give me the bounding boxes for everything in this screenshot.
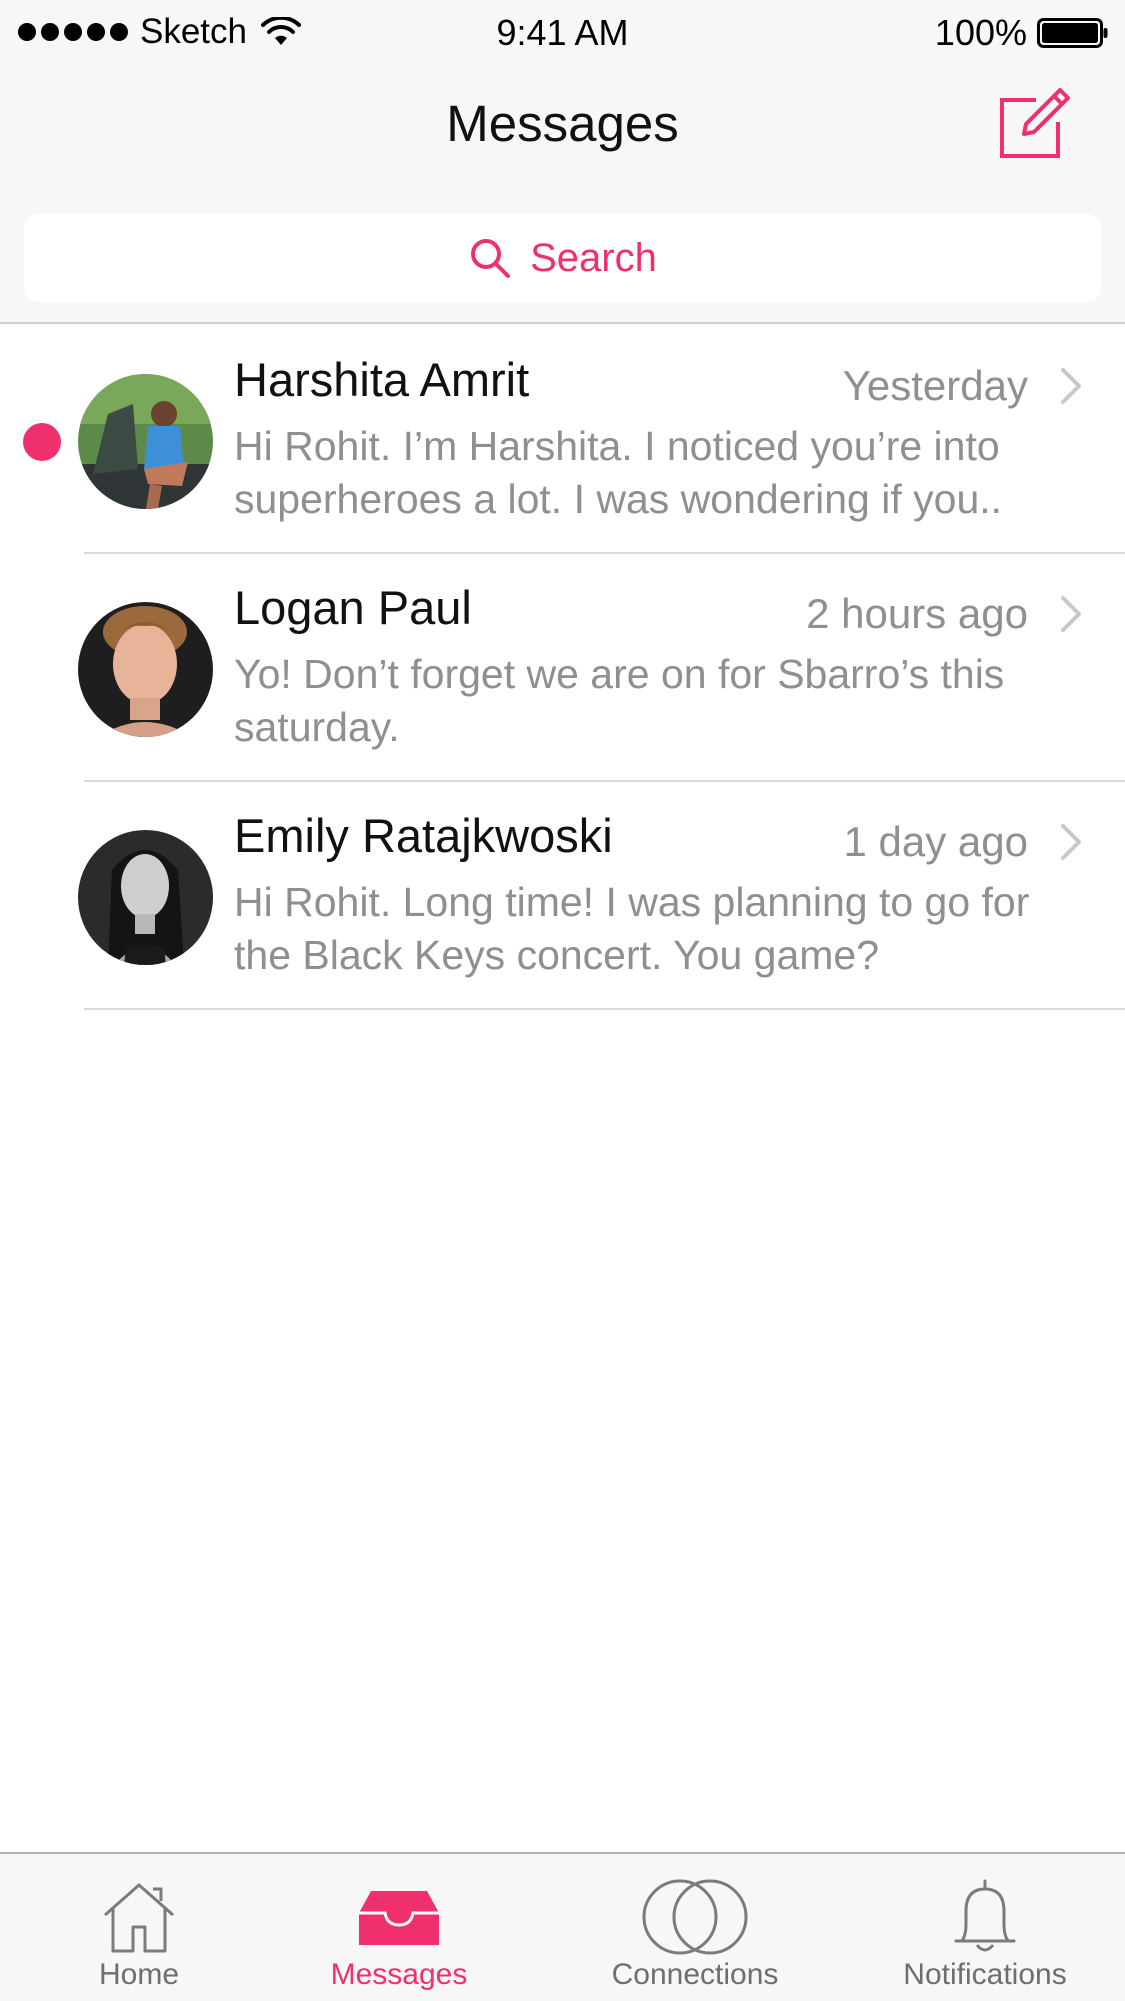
- message-time: 2 hours ago: [806, 590, 1028, 637]
- avatar: [78, 602, 213, 737]
- navigation-bar: Messages Search: [0, 64, 1125, 324]
- connections-icon: [642, 1879, 748, 1955]
- sender-name: Logan Paul: [234, 581, 472, 634]
- tab-label: Connections: [611, 1958, 779, 1991]
- unread-indicator: [23, 423, 61, 461]
- tab-messages[interactable]: Messages: [269, 1854, 529, 2001]
- search-icon: [471, 239, 511, 278]
- tab-label: Messages: [330, 1958, 468, 1991]
- messages-screen: Sketch 9:41 AM 100% Messages Search Hars…: [0, 0, 1125, 2001]
- tab-notifications[interactable]: Notifications: [855, 1854, 1115, 2001]
- message-list: Harshita Amrit Yesterday Hi Rohit. I’m H…: [0, 326, 1125, 1010]
- message-row[interactable]: Emily Ratajkwoski 1 day ago Hi Rohit. Lo…: [0, 782, 1125, 1010]
- search-placeholder: Search: [530, 235, 657, 280]
- home-icon: [104, 1883, 174, 1953]
- tab-bar: Home Messages Connections Notifications: [0, 1852, 1125, 2001]
- page-title: Messages: [446, 95, 679, 152]
- avatar: [78, 374, 213, 509]
- message-time: 1 day ago: [843, 818, 1029, 865]
- message-time: Yesterday: [842, 362, 1028, 409]
- sender-name: Harshita Amrit: [234, 353, 530, 406]
- chevron-right-icon: [1061, 596, 1081, 632]
- tab-home[interactable]: Home: [9, 1854, 269, 2001]
- compose-icon: [1000, 88, 1070, 158]
- sender-name: Emily Ratajkwoski: [234, 809, 613, 862]
- inbox-icon: [359, 1891, 439, 1945]
- avatar: [78, 830, 213, 965]
- message-row[interactable]: Logan Paul 2 hours ago Yo! Don’t forget …: [0, 554, 1125, 782]
- battery-percentage: 100%: [934, 12, 1027, 53]
- compose-button[interactable]: [996, 82, 1076, 162]
- row-separator: [84, 1008, 1125, 1010]
- chevron-right-icon: [1061, 368, 1081, 404]
- message-preview: Hi Rohit. Long time! I was planning to g…: [234, 879, 1030, 978]
- message-preview: Yo! Don’t forget we are on for Sbarro’s …: [234, 651, 1005, 750]
- message-row[interactable]: Harshita Amrit Yesterday Hi Rohit. I’m H…: [0, 326, 1125, 554]
- tab-label: Notifications: [903, 1958, 1067, 1991]
- bell-icon: [954, 1879, 1016, 1952]
- tab-label: Home: [98, 1958, 180, 1991]
- message-preview: Hi Rohit. I’m Harshita. I noticed you’re…: [234, 423, 1003, 522]
- search-input[interactable]: Search: [24, 214, 1101, 302]
- status-right: 100%: [935, 12, 1109, 54]
- tab-connections[interactable]: Connections: [565, 1854, 825, 2001]
- status-bar: Sketch 9:41 AM 100%: [0, 0, 1125, 64]
- battery-icon: [1037, 18, 1108, 48]
- chevron-right-icon: [1061, 824, 1081, 860]
